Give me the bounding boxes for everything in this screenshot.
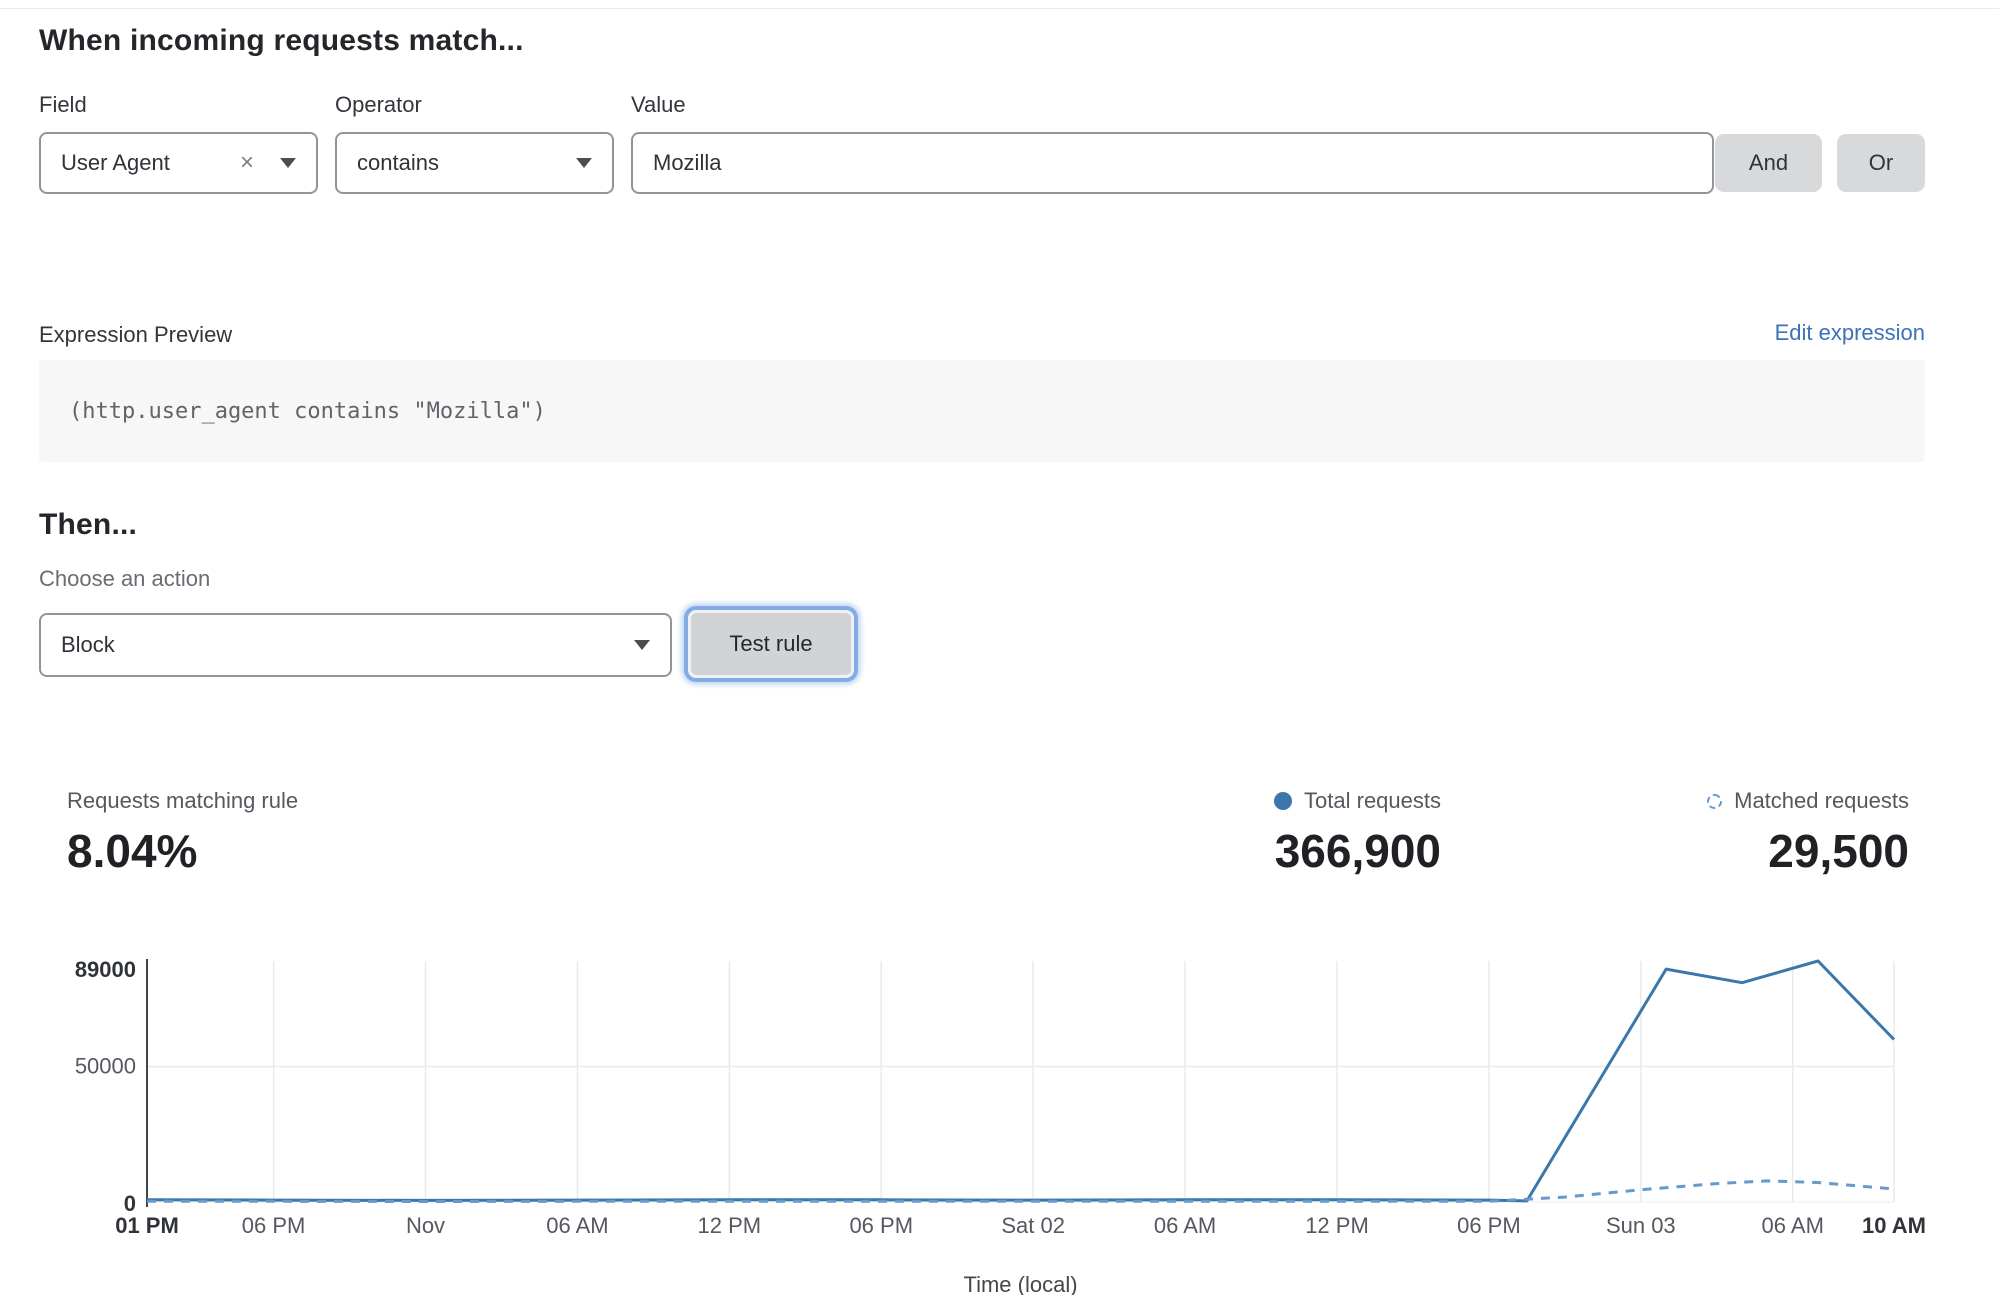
y-tick-label: 89000 <box>75 957 136 982</box>
matched-requests-line <box>147 1181 1894 1202</box>
x-tick-label: 06 AM <box>1154 1213 1216 1238</box>
y-tick-label: 50000 <box>75 1054 136 1079</box>
x-axis-title: Time (local) <box>963 1272 1077 1295</box>
x-tick-label: 06 AM <box>546 1213 608 1238</box>
x-tick-label: Nov <box>406 1213 445 1238</box>
x-tick-label: 10 AM <box>1862 1213 1926 1238</box>
x-tick-label: 01 PM <box>115 1213 179 1238</box>
x-tick-label: 06 AM <box>1762 1213 1824 1238</box>
x-tick-label: 06 PM <box>242 1213 306 1238</box>
x-tick-label: Sun 03 <box>1606 1213 1676 1238</box>
x-tick-label: 12 PM <box>698 1213 762 1238</box>
total-requests-line <box>147 961 1894 1201</box>
x-tick-label: 06 PM <box>849 1213 913 1238</box>
firewall-rule-builder-page: When incoming requests match... Field Op… <box>0 0 1999 1295</box>
x-tick-label: 12 PM <box>1305 1213 1369 1238</box>
requests-chart: 8900050000001 PM06 PMNov06 AM12 PM06 PMS… <box>0 0 1999 1295</box>
x-tick-label: 06 PM <box>1457 1213 1521 1238</box>
x-tick-label: Sat 02 <box>1001 1213 1065 1238</box>
